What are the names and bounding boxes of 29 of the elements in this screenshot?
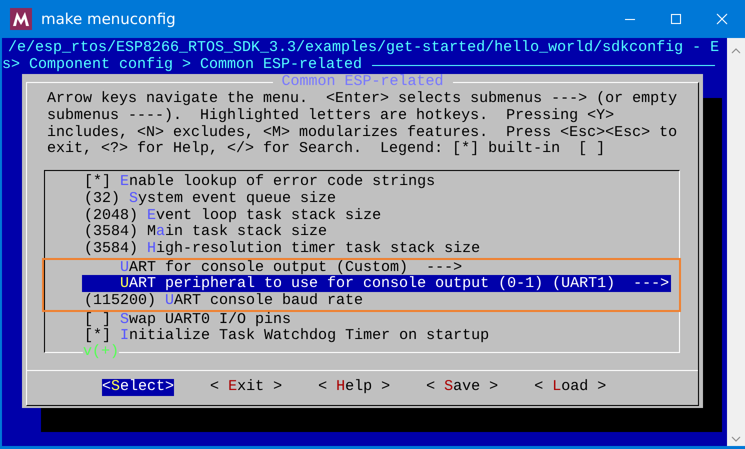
menu-item[interactable]: [*] Enable lookup of error code strings (84, 173, 436, 190)
breadcrumb: s> Component config > Common ESP-related (2, 56, 362, 74)
help-text: Arrow keys navigate the menu. <Enter> selects submenus ---> (or empty (47, 91, 678, 108)
menu-item[interactable]: [ ] Swap UART0 I/O pins (84, 310, 292, 328)
menu-item[interactable]: (3584) Main task stack size (84, 223, 328, 240)
dialog-button[interactable]: <Select> (102, 379, 174, 396)
help-text: exit, <?> for Help, </> for Search. Legend: [*] built-in [ ] (47, 141, 606, 158)
menu-item[interactable]: (32) System event queue size (84, 190, 336, 207)
dialog-button[interactable]: < Save > (426, 379, 498, 396)
dialog-button[interactable]: < Load > (534, 379, 606, 396)
scrollbar[interactable] (727, 38, 745, 446)
menu-item[interactable]: UART peripheral to use for console output (0-1) (UART1) ---> (82, 275, 672, 292)
scroll-up-icon[interactable] (731, 48, 741, 54)
menu-item[interactable]: UART for console output (Custom) ---> (84, 258, 462, 276)
menu-item[interactable]: [*] Initialize Task Watchdog Timer on startup (84, 327, 490, 344)
window-title: make menuconfig (41, 10, 177, 28)
maximize-icon (670, 13, 682, 25)
help-text: includes, <N> excludes, <M> modularizes features. Press <Esc><Esc> to (47, 124, 678, 141)
scroll-down-icon[interactable] (731, 436, 741, 442)
config-path: /e/esp_rtos/ESP8266_RTOS_SDK_3.3/examples/get-started/hello_world/sdkconfig - E (8, 40, 720, 57)
dialog-button[interactable]: < Help > (318, 379, 390, 396)
dialog-button[interactable]: < Exit > (210, 379, 282, 396)
menu-item[interactable]: (2048) Event loop task stack size (84, 206, 382, 224)
app-logo-icon (10, 8, 32, 30)
help-text: submenus ----). Highlighted letters are hotkeys. Pressing <Y> (47, 108, 616, 125)
more-indicator: v(+) (83, 344, 120, 362)
menu-item[interactable]: (115200) UART console baud rate (84, 292, 364, 309)
menu-item[interactable]: (3584) High-resolution timer task stack size (84, 240, 480, 257)
close-icon (716, 13, 728, 25)
